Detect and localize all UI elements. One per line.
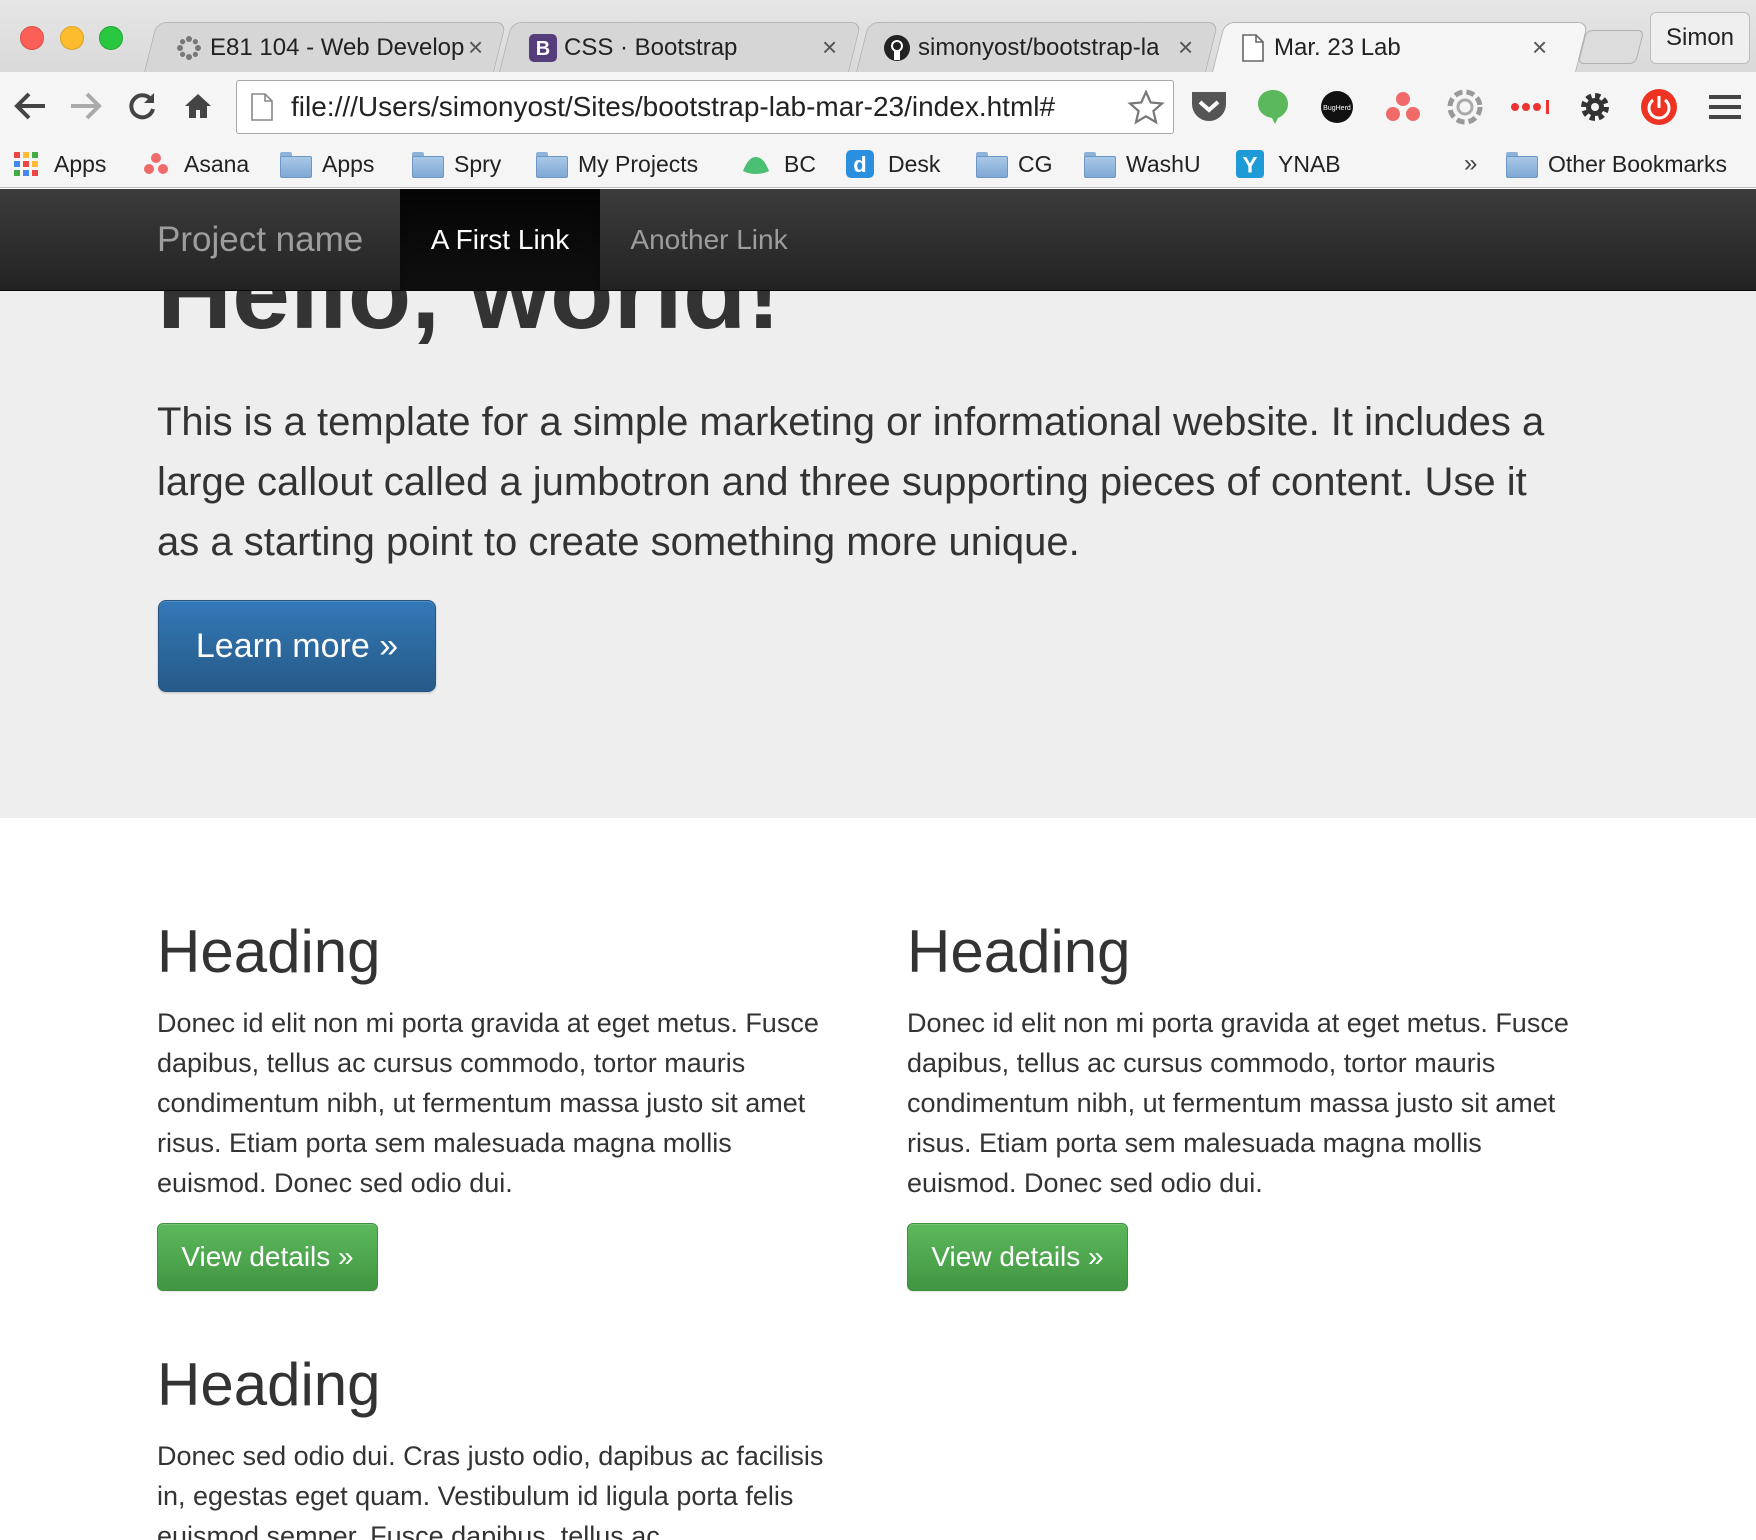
profile-button[interactable]: Simon bbox=[1650, 12, 1750, 64]
bookmark-desk[interactable]: d Desk bbox=[846, 145, 940, 183]
aperture-icon[interactable] bbox=[1442, 84, 1488, 130]
power-icon[interactable] bbox=[1636, 84, 1682, 130]
site-navbar: Project name A First Link Another Link bbox=[0, 189, 1756, 291]
page-icon bbox=[1238, 33, 1268, 63]
bookmark-label: BC bbox=[784, 150, 816, 177]
view-details-button[interactable]: View details » bbox=[907, 1223, 1128, 1291]
folder-icon bbox=[1084, 151, 1116, 178]
arrow-right-icon bbox=[71, 92, 102, 120]
bookmark-folder-washu[interactable]: WashU bbox=[1084, 145, 1201, 183]
tab-close-icon[interactable]: × bbox=[1532, 32, 1547, 62]
page-icon bbox=[251, 93, 273, 121]
bookmark-label: CG bbox=[1018, 150, 1053, 177]
column-text: Donec id elit non mi porta gravida at eg… bbox=[157, 1008, 819, 1198]
other-bookmarks[interactable]: Other Bookmarks bbox=[1506, 145, 1727, 183]
navbar-brand[interactable]: Project name bbox=[157, 189, 363, 290]
tab-e81-course-content: E81 104 - Web Develop bbox=[174, 22, 464, 74]
tab-title: Mar. 23 Lab bbox=[1274, 34, 1401, 61]
tab-close-icon[interactable]: × bbox=[822, 32, 837, 62]
tab-bootstrap-css-content: B CSS · Bootstrap bbox=[528, 22, 818, 74]
bookmark-folder-spry[interactable]: Spry bbox=[412, 145, 501, 183]
bookmark-label: Apps bbox=[54, 150, 107, 177]
arrow-left-icon bbox=[14, 92, 45, 120]
tab-github-repo-content: simonyost/bootstrap-la bbox=[882, 22, 1166, 74]
tab-title: simonyost/bootstrap-la bbox=[918, 34, 1160, 61]
settings-icon[interactable] bbox=[1572, 84, 1618, 130]
evernote-icon[interactable] bbox=[1250, 84, 1296, 130]
bookmark-asana[interactable]: Asana bbox=[142, 145, 249, 183]
menu-icon[interactable] bbox=[1702, 84, 1748, 130]
address-url: file:///Users/simonyost/Sites/bootstrap-… bbox=[291, 91, 1056, 122]
bookmark-label: Desk bbox=[888, 150, 941, 177]
bookmark-star-icon[interactable] bbox=[1127, 89, 1165, 127]
bookmark-label: WashU bbox=[1126, 150, 1201, 177]
apps-grid-icon bbox=[12, 151, 40, 177]
column-text: Donec sed odio dui. Cras justo odio, dap… bbox=[157, 1441, 824, 1540]
bookmark-bc[interactable]: BC bbox=[742, 145, 816, 183]
reload-icon bbox=[129, 93, 155, 120]
pocket-icon[interactable] bbox=[1186, 84, 1232, 130]
nav-link-first[interactable]: A First Link bbox=[400, 189, 600, 290]
bookmark-label: Other Bookmarks bbox=[1548, 150, 1727, 177]
home-icon bbox=[185, 94, 211, 118]
tab-close-icon[interactable]: × bbox=[1178, 32, 1193, 62]
forward-button[interactable] bbox=[64, 84, 108, 128]
window-zoom-button[interactable] bbox=[99, 26, 123, 50]
bookmark-label: Asana bbox=[184, 150, 250, 177]
back-button[interactable] bbox=[8, 84, 52, 128]
svg-text:Y: Y bbox=[1243, 152, 1258, 177]
svg-text:d: d bbox=[853, 152, 866, 177]
window-close-button[interactable] bbox=[20, 26, 44, 50]
folder-icon bbox=[536, 151, 568, 178]
learn-more-button[interactable]: Learn more » bbox=[158, 600, 436, 692]
asana-icon[interactable] bbox=[1380, 84, 1426, 130]
column-heading: Heading bbox=[157, 1351, 381, 1418]
bookmark-folder-cg[interactable]: CG bbox=[976, 145, 1053, 183]
tab-close-icon[interactable]: × bbox=[468, 32, 483, 62]
tab-title: CSS · Bootstrap bbox=[564, 34, 738, 61]
desk-icon: d bbox=[846, 150, 874, 178]
bookmark-label: YNAB bbox=[1278, 150, 1341, 177]
more-dots-icon[interactable] bbox=[1508, 84, 1554, 130]
address-bar[interactable]: file:///Users/simonyost/Sites/bootstrap-… bbox=[236, 80, 1174, 134]
folder-icon bbox=[1506, 151, 1538, 178]
canvas-icon bbox=[174, 33, 204, 63]
folder-icon bbox=[976, 151, 1008, 178]
reload-button[interactable] bbox=[120, 84, 164, 128]
new-tab-button[interactable] bbox=[1577, 30, 1645, 64]
bookmark-label: Spry bbox=[454, 150, 502, 177]
nav-link-another[interactable]: Another Link bbox=[600, 189, 818, 290]
home-button[interactable] bbox=[176, 84, 220, 128]
window-minimize-button[interactable] bbox=[60, 26, 84, 50]
hero-lead: This is a template for a simple marketin… bbox=[157, 400, 1545, 564]
bookmark-label: My Projects bbox=[578, 150, 699, 177]
column-heading: Heading bbox=[907, 918, 1131, 985]
github-icon bbox=[882, 33, 912, 63]
column-heading: Heading bbox=[157, 918, 381, 985]
tab-mar-23-lab-content: Mar. 23 Lab bbox=[1238, 22, 1528, 74]
svg-text:BugHerd: BugHerd bbox=[1323, 105, 1351, 112]
view-details-button[interactable]: View details » bbox=[157, 1223, 378, 1291]
bookmark-label: Apps bbox=[322, 150, 375, 177]
tab-title: E81 104 - Web Develop bbox=[210, 34, 464, 61]
bookmarks-overflow-button[interactable]: » bbox=[1464, 145, 1477, 183]
bookmark-folder-my-projects[interactable]: My Projects bbox=[536, 145, 698, 183]
basecamp-icon bbox=[742, 151, 770, 177]
bootstrap-icon: B bbox=[528, 33, 558, 63]
bugherd-icon[interactable]: BugHerd bbox=[1314, 84, 1360, 130]
bookmark-ynab[interactable]: Y YNAB bbox=[1236, 145, 1341, 183]
page-viewport: Hello, world! This is a template for a s… bbox=[0, 189, 1756, 1540]
bookmark-folder-apps[interactable]: Apps bbox=[280, 145, 374, 183]
svg-text:B: B bbox=[536, 38, 550, 60]
folder-icon bbox=[412, 151, 444, 178]
folder-icon bbox=[280, 151, 312, 178]
asana-icon bbox=[142, 151, 170, 177]
bookmark-apps-shortcut[interactable]: Apps bbox=[12, 145, 106, 183]
column-text: Donec id elit non mi porta gravida at eg… bbox=[907, 1008, 1569, 1198]
ynab-icon: Y bbox=[1236, 150, 1264, 178]
